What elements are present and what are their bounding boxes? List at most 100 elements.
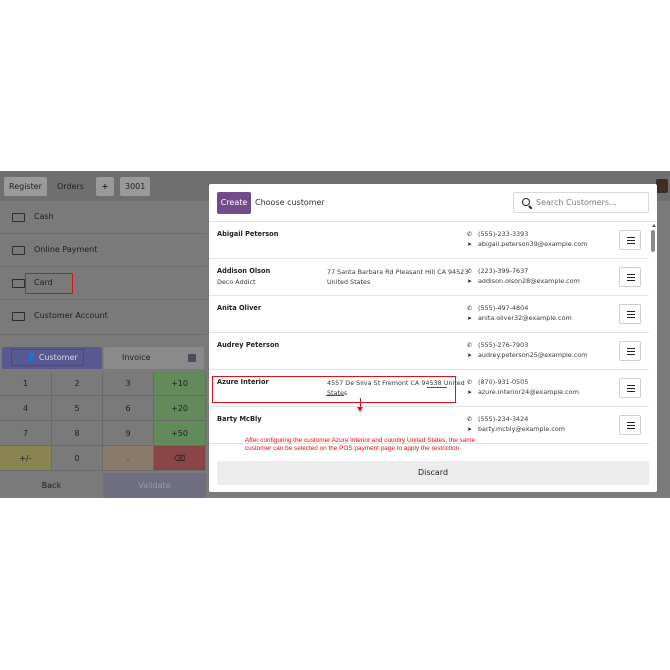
customer-email: ➤ barty.mcbly@example.com — [467, 425, 565, 433]
invoice-toggle[interactable]: Invoice — [104, 347, 204, 369]
search-box[interactable] — [513, 192, 649, 213]
invoice-label: Invoice — [122, 353, 151, 362]
customer-address: 77 Santa Barbara Rd Pleasant Hill CA 945… — [327, 267, 468, 287]
numpad-key[interactable]: 4 — [0, 396, 52, 421]
email-text: addison.olson28@example.com — [478, 277, 580, 285]
menu-icon — [627, 348, 635, 355]
customer-phone: ✆ (223)-399-7637 — [467, 267, 528, 275]
numpad-key[interactable]: ⌫ — [154, 446, 206, 471]
customer-row[interactable]: Addison Olson Deco Addict 77 Santa Barbara… — [209, 259, 649, 296]
numpad-key[interactable]: 1 — [0, 371, 52, 396]
numpad-key[interactable]: . — [103, 446, 154, 471]
numpad-key[interactable]: +/- — [0, 446, 52, 471]
payment-method-label: Cash — [34, 212, 54, 221]
scroll-up-icon[interactable] — [652, 224, 656, 227]
customer-details-button[interactable] — [619, 415, 641, 435]
customer-phone: ✆ (555)-234-3424 — [467, 415, 528, 423]
customer-phone: ✆ (555)-233-3393 — [467, 230, 528, 238]
numpad-key[interactable]: 6 — [103, 396, 154, 421]
send-icon: ➤ — [467, 389, 473, 396]
customer-details-button[interactable] — [619, 230, 641, 250]
send-icon: ➤ — [467, 278, 473, 285]
country-underline-2 — [326, 395, 344, 397]
numpad-key[interactable]: 8 — [52, 421, 103, 446]
payment-method-customer-account[interactable]: Customer Account — [0, 300, 206, 335]
scrollbar[interactable] — [650, 224, 656, 452]
numpad-key[interactable]: +20 — [154, 396, 206, 421]
send-icon: ➤ — [467, 352, 473, 359]
register-tab[interactable]: Register — [4, 177, 47, 196]
customer-phone: ✆ (555)-276-7903 — [467, 341, 528, 349]
add-order-button[interactable]: + — [96, 177, 114, 196]
scrollbar-thumb[interactable] — [651, 230, 655, 252]
numpad-key[interactable]: 2 — [52, 371, 103, 396]
phone-text: (870)-931-0505 — [478, 378, 529, 386]
payment-method-label: Online Payment — [34, 245, 98, 254]
search-icon — [522, 198, 530, 206]
bank-icon — [12, 246, 25, 255]
customer-name: Abigail Peterson — [217, 230, 279, 238]
annotation-arrowhead — [357, 407, 363, 412]
menu-icon — [627, 385, 635, 392]
create-customer-button[interactable]: Create — [217, 192, 251, 214]
dialog-title: Choose customer — [255, 198, 325, 207]
phone-icon: ✆ — [467, 342, 473, 349]
customer-email: ➤ anita.oliver32@example.com — [467, 314, 572, 322]
customer-highlight-box — [11, 349, 84, 366]
phone-text: (555)-497-4804 — [478, 304, 529, 312]
customer-details-button[interactable] — [619, 304, 641, 324]
orders-tab[interactable]: Orders — [52, 177, 89, 196]
payment-method-online[interactable]: Online Payment — [0, 234, 206, 267]
address-line-1: 77 Santa Barbara Rd Pleasant Hill CA 945… — [327, 268, 469, 276]
customer-email: ➤ abigail.peterson39@example.com — [467, 240, 587, 248]
payment-method-label: Customer Account — [34, 311, 108, 320]
numpad-key[interactable]: +50 — [154, 421, 206, 446]
menu-icon — [627, 274, 635, 281]
email-text: anita.oliver32@example.com — [478, 314, 572, 322]
payment-method-cash[interactable]: Cash — [0, 201, 206, 234]
numpad-key[interactable]: 3 — [103, 371, 154, 396]
customer-details-button[interactable] — [619, 378, 641, 398]
email-text: abigail.peterson39@example.com — [478, 240, 588, 248]
numpad-key[interactable]: 0 — [52, 446, 103, 471]
validate-button[interactable]: Validate — [103, 473, 206, 498]
numpad-key[interactable]: 7 — [0, 421, 52, 446]
customer-email: ➤ azure.Interior24@example.com — [467, 388, 579, 396]
send-icon: ➤ — [467, 426, 473, 433]
customer-email: ➤ audrey.peterson25@example.com — [467, 351, 587, 359]
email-text: audrey.peterson25@example.com — [478, 351, 588, 359]
screenshot-stage: Register Orders + 3001 Cash Online Payme… — [0, 0, 670, 670]
user-avatar[interactable] — [656, 179, 668, 193]
customer-row[interactable]: Audrey Peterson ✆ (555)-276-7903 ➤ audrey.pe… — [209, 333, 649, 370]
phone-text: (555)-233-3393 — [478, 230, 529, 238]
current-order-tab[interactable]: 3001 — [120, 177, 151, 196]
customer-details-button[interactable] — [619, 341, 641, 361]
send-icon: ➤ — [467, 241, 473, 248]
search-input[interactable] — [536, 194, 646, 211]
customer-name: Anita Oliver — [217, 304, 262, 312]
numpad-key[interactable]: +10 — [154, 371, 206, 396]
menu-icon — [627, 237, 635, 244]
customer-name: Addison Olson — [217, 267, 271, 275]
back-button[interactable]: Back — [0, 473, 103, 498]
customer-company: Deco Addict — [217, 278, 256, 286]
discard-button[interactable]: Discard — [217, 461, 649, 485]
numpad-key[interactable]: 9 — [103, 421, 154, 446]
customer-name: Audrey Peterson — [217, 341, 280, 349]
menu-icon — [627, 422, 635, 429]
phone-icon: ✆ — [467, 305, 473, 312]
customer-details-button[interactable] — [619, 267, 641, 287]
card-icon — [12, 279, 25, 288]
email-text: azure.Interior24@example.com — [478, 388, 579, 396]
phone-text: (555)-234-3424 — [478, 415, 529, 423]
dialog-header: Create Choose customer — [209, 184, 657, 222]
customer-row[interactable]: Abigail Peterson ✆ (555)-233-3393 ➤ abigail.… — [209, 222, 649, 259]
send-icon: ➤ — [467, 315, 473, 322]
customer-row[interactable]: Anita Oliver ✆ (555)-497-4804 ➤ anita.oliver… — [209, 296, 649, 333]
menu-icon — [627, 311, 635, 318]
phone-icon: ✆ — [467, 416, 473, 423]
numpad: 1 2 3 +10 4 5 6 +20 7 8 9 +50 +/- 0. ⌫ — [0, 371, 206, 471]
customer-phone: ✆ (870)-931-0505 — [467, 378, 528, 386]
azure-interior-highlight-box — [212, 376, 456, 403]
numpad-key[interactable]: 5 — [52, 396, 103, 421]
